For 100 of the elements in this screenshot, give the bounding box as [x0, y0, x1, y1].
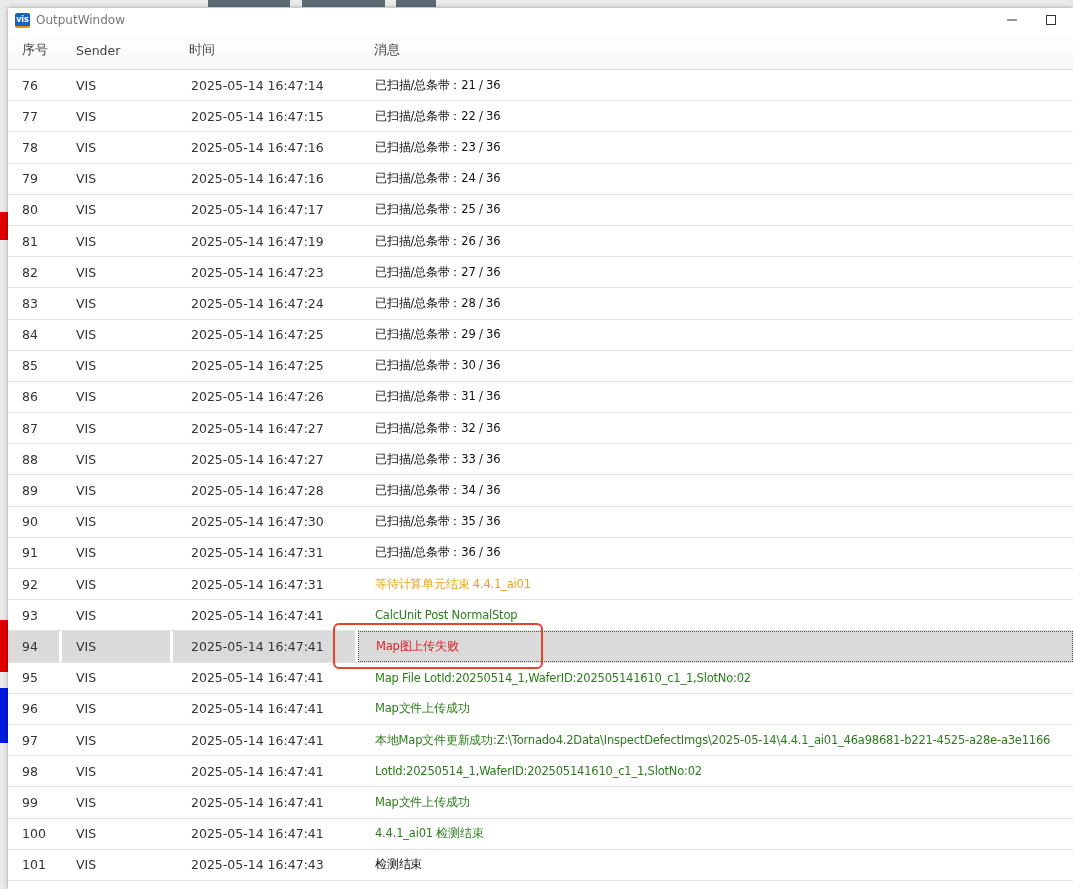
table-cell-text: 已扫描/总条带：25 / 36	[374, 201, 502, 219]
table-cell-text: VIS	[75, 793, 98, 812]
table-cell-text: 80	[21, 201, 39, 220]
table-cell-text: 已扫描/总条带：24 / 36	[374, 170, 502, 188]
table-cell-text: 88	[21, 450, 39, 469]
table-cell-text: 101	[21, 856, 47, 875]
table-cell-text: 2025-05-14 16:47:27	[190, 419, 325, 438]
table-cell-text: VIS	[75, 170, 98, 189]
table-cell-text: 82	[21, 263, 39, 282]
table-cell-text: VIS	[75, 76, 98, 95]
table-cell-text: 90	[21, 513, 39, 532]
table-cell-text: 已扫描/总条带：23 / 36	[374, 138, 502, 156]
table-cell-text: 95	[21, 669, 39, 688]
table-cell-text: 92	[21, 575, 39, 594]
table-cell-text: 已扫描/总条带：29 / 36	[374, 326, 502, 344]
table-cell-text: 2025-05-14 16:47:28	[190, 482, 325, 501]
table-cell-text: 76	[21, 76, 39, 95]
table-cell-text: 已扫描/总条带：31 / 36	[374, 388, 502, 406]
table-cell-text: 已扫描/总条带：33 / 36	[374, 450, 502, 468]
table-cell-text: 84	[21, 326, 39, 345]
table-cell-text: VIS	[75, 856, 98, 875]
table-cell-text: 96	[21, 700, 39, 719]
table-cell-text: 85	[21, 357, 39, 376]
table-cell-text: 已扫描/总条带：22 / 36	[374, 107, 502, 125]
table-cell-text: VIS	[75, 294, 98, 313]
table-cell-text: 已扫描/总条带：32 / 36	[374, 419, 502, 437]
table-cell-text: VIS	[75, 450, 98, 469]
table-cell-text: 2025-05-14 16:47:24	[190, 294, 325, 313]
table-cell-text: Map File LotId:20250514_1,WaferID:202505141610_c1_1,SlotNo:02	[374, 669, 752, 687]
table-cell-text: 93	[21, 606, 39, 625]
table-cell-text: 2025-05-14 16:47:41	[190, 606, 325, 625]
table-cell-text: VIS	[75, 419, 98, 438]
table-cell-text: 2025-05-14 16:47:41	[190, 731, 325, 750]
table-cell-text: 检测结束	[374, 856, 424, 874]
table-cell-text: 2025-05-14 16:47:27	[190, 450, 325, 469]
table-cell-text: VIS	[75, 107, 98, 126]
column-header[interactable]: 时间	[173, 42, 358, 59]
table-cell-text: VIS	[75, 731, 98, 750]
column-header[interactable]: 序号	[8, 42, 62, 59]
table-cell-text: VIS	[75, 201, 98, 220]
table-cell-text: VIS	[75, 606, 98, 625]
table-cell-text: 2025-05-14 16:47:25	[190, 326, 325, 345]
table-cell-text: 2025-05-14 16:47:17	[190, 201, 325, 220]
table-cell-text: 2025-05-14 16:47:14	[190, 76, 325, 95]
column-header[interactable]: 消息	[358, 42, 1073, 59]
table-cell-text: 2025-05-14 16:47:41	[190, 669, 325, 688]
table-cell-text: 79	[21, 170, 39, 189]
table-cell-text: 已扫描/总条带：21 / 36	[374, 76, 502, 94]
background-app-panel	[0, 620, 8, 672]
column-header[interactable]: Sender	[62, 43, 173, 58]
table-cell-text: 2025-05-14 16:47:30	[190, 513, 325, 532]
table-cell-text: VIS	[75, 700, 98, 719]
table-cell-text: 2025-05-14 16:47:31	[190, 544, 325, 563]
table-cell-text: 2025-05-14 16:47:41	[190, 825, 325, 844]
table-cell-text: 已扫描/总条带：34 / 36	[374, 482, 502, 500]
table-cell-text: VIS	[75, 232, 98, 251]
table-cell-text: 2025-05-14 16:47:16	[190, 170, 325, 189]
table-cell-text: VIS	[75, 326, 98, 345]
table-cell-text: 87	[21, 419, 39, 438]
table-cell-text: 2025-05-14 16:47:41	[190, 762, 325, 781]
table-cell-text: 2025-05-14 16:47:16	[190, 138, 325, 157]
background-app-panel	[0, 688, 8, 743]
table-cell-text: VIS	[75, 762, 98, 781]
table-cell: 94	[8, 631, 62, 662]
table-cell-text: 2025-05-14 16:47:31	[190, 575, 325, 594]
table-cell-text: 2025-05-14 16:47:23	[190, 263, 325, 282]
background-app-panel	[0, 212, 8, 240]
table-cell-text: VIS	[75, 544, 98, 563]
table-cell-text: 89	[21, 482, 39, 501]
table-cell-text: VIS	[75, 825, 98, 844]
table-cell-text: 2025-05-14 16:47:15	[190, 107, 325, 126]
table-cell-text: VIS	[75, 669, 98, 688]
table-cell-text: 97	[21, 731, 39, 750]
table-cell-text: VIS	[75, 575, 98, 594]
table-cell-text: VIS	[75, 357, 98, 376]
table-cell-text: VIS	[75, 138, 98, 157]
window-title: OutputWindow	[36, 13, 126, 27]
table-cell-text: 2025-05-14 16:47:43	[190, 856, 325, 875]
table-cell-text: VIS	[75, 263, 98, 282]
table-cell-text: Map文件上传成功	[374, 700, 471, 718]
table-cell-text: Map文件上传成功	[374, 793, 471, 811]
table-cell-text: 99	[21, 793, 39, 812]
table-cell-text: 2025-05-14 16:47:41	[190, 793, 325, 812]
table-cell-text: 98	[21, 762, 39, 781]
table-cell-text: 已扫描/总条带：28 / 36	[374, 294, 502, 312]
table-cell-text: 2025-05-14 16:47:19	[190, 232, 325, 251]
table-cell-text: VIS	[75, 388, 98, 407]
table-cell-text: 81	[21, 232, 39, 251]
table-cell-text: 86	[21, 388, 39, 407]
table-cell-text: 等待计算单元结束 4.4.1_ai01	[374, 575, 532, 593]
table-cell-text: CalcUnit Post NormalStop	[374, 607, 519, 625]
table-cell-text: VIS	[75, 482, 98, 501]
table-cell-text: 100	[21, 825, 47, 844]
table-cell-text: 已扫描/总条带：30 / 36	[374, 357, 502, 375]
table-cell: 2025-05-14 16:47:41	[173, 631, 358, 662]
table-cell-text: 4.4.1_ai01 检测结束	[374, 825, 485, 843]
table-cell-text: 本地Map文件更新成功:Z:\Tornado4.2Data\InspectDefectImgs\2025-05-14\4.4.1_ai01_46a98681-b221-4525-a28e-a3e1166	[374, 731, 1052, 749]
table-cell-text: 已扫描/总条带：27 / 36	[374, 263, 502, 281]
table-cell-text: 77	[21, 107, 39, 126]
table-cell: VIS	[62, 631, 173, 662]
